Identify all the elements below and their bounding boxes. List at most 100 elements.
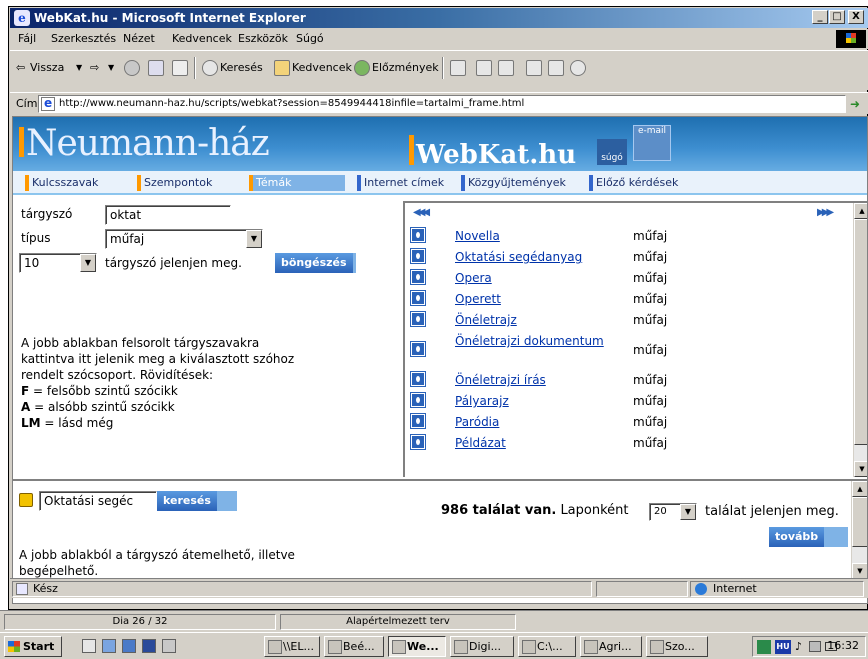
term-link[interactable]: Önéletrajz — [455, 312, 517, 328]
item-bullet-icon[interactable] — [411, 435, 425, 449]
menu-tools[interactable]: Eszközök — [238, 32, 288, 45]
results-scrollbar[interactable]: ▲ ▼ — [853, 203, 867, 477]
desktop-icon[interactable] — [82, 639, 96, 653]
help-abbrev-a: A = alsóbb szintű szócikk — [21, 400, 175, 414]
scroll-up-icon[interactable]: ▲ — [852, 481, 867, 497]
taskbar-item[interactable]: Szo... — [646, 636, 708, 657]
nav-kulcsszavak[interactable]: Kulcsszavak — [25, 175, 125, 191]
term-link[interactable]: Novella — [455, 228, 500, 244]
scroll-down-icon[interactable]: ▼ — [852, 563, 867, 579]
item-bullet-icon[interactable] — [411, 372, 425, 386]
favorites-button[interactable]: Kedvencek — [292, 59, 352, 77]
search-button[interactable]: keresés — [157, 491, 237, 511]
chevron-down-icon[interactable]: ▼ — [80, 254, 96, 272]
language-indicator[interactable]: HU — [775, 640, 791, 654]
taskbar-item[interactable]: C:\... — [518, 636, 576, 657]
term-link[interactable]: Pályarajz — [455, 393, 509, 409]
browse-button[interactable]: böngészés — [275, 253, 356, 273]
back-button[interactable]: Vissza — [30, 59, 64, 77]
list-item: Novella műfaj — [409, 227, 849, 245]
menu-edit[interactable]: Szerkesztés — [51, 32, 116, 45]
chevron-down-icon[interactable]: ▼ — [680, 504, 696, 520]
nav-internet-cimek[interactable]: Internet címek — [357, 175, 444, 191]
term-link[interactable]: Példázat — [455, 435, 506, 451]
item-bullet-icon[interactable] — [411, 393, 425, 407]
neumann-logo[interactable]: Neumann-ház — [19, 123, 270, 164]
term-link[interactable]: Paródia — [455, 414, 499, 430]
research-icon[interactable] — [548, 60, 564, 76]
address-input[interactable]: http://www.neumann-haz.hu/scripts/webkat… — [38, 95, 846, 113]
mail-icon[interactable] — [450, 60, 466, 76]
scroll-thumb[interactable] — [852, 497, 867, 547]
taskbar-item-active[interactable]: We... — [388, 636, 446, 657]
nav-kozgyujtemenyek[interactable]: Közgyűjtemények — [461, 175, 566, 191]
selected-term-input[interactable]: Oktatási segéc — [39, 491, 157, 511]
count-select[interactable]: 10 ▼ — [19, 253, 97, 273]
taskbar-item[interactable]: Beé... — [324, 636, 384, 657]
taskbar-item[interactable]: \\EL... — [264, 636, 320, 657]
item-bullet-icon[interactable] — [411, 249, 425, 263]
print-icon[interactable] — [476, 60, 492, 76]
start-button[interactable]: Start — [4, 636, 62, 657]
globe-icon — [695, 583, 707, 595]
webkat-logo[interactable]: WebKat.hu — [409, 135, 576, 170]
messenger-icon[interactable] — [570, 60, 586, 76]
scroll-thumb[interactable] — [854, 219, 867, 445]
browser-quicklaunch-icon[interactable] — [122, 639, 136, 653]
item-bullet-icon[interactable] — [411, 291, 425, 305]
type-select[interactable]: műfaj ▼ — [105, 229, 263, 249]
search-button[interactable]: Keresés — [220, 59, 263, 77]
term-link[interactable]: Operett — [455, 291, 501, 307]
bottom-scrollbar[interactable]: ▲ ▼ — [851, 481, 867, 579]
prev-page-icon[interactable]: ◀◀◀ — [413, 207, 430, 218]
nav-szempontok[interactable]: Szempontok — [137, 175, 237, 191]
close-button[interactable]: X — [848, 10, 864, 24]
speaker-icon[interactable]: ♪ — [795, 640, 802, 653]
history-button[interactable]: Előzmények — [372, 59, 439, 77]
menu-file[interactable]: Fájl — [18, 32, 36, 45]
item-bullet-icon[interactable] — [411, 414, 425, 428]
taskbar-item[interactable]: Digi... — [450, 636, 514, 657]
search-form-panel: tárgyszó oktat típus műfaj ▼ 10 ▼ tárgys… — [13, 199, 401, 477]
term-link[interactable]: Önéletrajzi dokumentum — [455, 333, 615, 349]
nav-temak[interactable]: Témák — [249, 175, 345, 191]
item-bullet-icon[interactable] — [411, 342, 425, 356]
go-arrow-icon[interactable]: ➜ — [850, 97, 860, 111]
app-quicklaunch-icon[interactable] — [142, 639, 156, 653]
item-bullet-icon[interactable] — [411, 228, 425, 242]
term-input[interactable]: oktat — [105, 205, 231, 225]
term-link[interactable]: Önéletrajzi írás — [455, 372, 546, 388]
next-button[interactable]: tovább — [769, 527, 849, 547]
back-dropdown-icon[interactable]: ▼ — [76, 59, 82, 77]
tool-quicklaunch-icon[interactable] — [162, 639, 176, 653]
network-icon[interactable] — [809, 641, 821, 652]
search-icon — [202, 60, 218, 76]
item-bullet-icon[interactable] — [411, 312, 425, 326]
scroll-up-icon[interactable]: ▲ — [854, 203, 867, 219]
maximize-button[interactable]: □ — [829, 10, 845, 24]
tray-app-icon[interactable] — [757, 640, 771, 654]
forward-button[interactable]: ⇨ — [90, 59, 99, 77]
refresh-icon[interactable] — [148, 60, 164, 76]
scroll-down-icon[interactable]: ▼ — [854, 461, 867, 477]
email-link[interactable]: e-mail — [633, 125, 671, 161]
minimize-button[interactable]: _ — [812, 10, 828, 24]
next-page-icon[interactable]: ▶▶▶ — [817, 207, 834, 218]
menu-favorites[interactable]: Kedvencek — [172, 32, 232, 45]
chevron-down-icon[interactable]: ▼ — [246, 230, 262, 248]
taskbar-item[interactable]: Agri... — [580, 636, 642, 657]
discuss-icon[interactable] — [526, 60, 542, 76]
menu-view[interactable]: Nézet — [123, 32, 155, 45]
item-bullet-icon[interactable] — [411, 270, 425, 284]
edit-icon[interactable] — [498, 60, 514, 76]
home-icon[interactable] — [172, 60, 188, 76]
forward-dropdown-icon[interactable]: ▼ — [108, 59, 114, 77]
term-link[interactable]: Oktatási segédanyag — [455, 249, 582, 265]
nav-elozo-kerdesek[interactable]: Előző kérdések — [589, 175, 678, 191]
help-link[interactable]: súgó — [597, 139, 627, 165]
term-link[interactable]: Opera — [455, 270, 492, 286]
ie-quicklaunch-icon[interactable] — [102, 639, 116, 653]
stop-icon[interactable] — [124, 60, 140, 76]
menu-help[interactable]: Súgó — [296, 32, 324, 45]
per-page-select[interactable]: 20 ▼ — [649, 503, 697, 521]
